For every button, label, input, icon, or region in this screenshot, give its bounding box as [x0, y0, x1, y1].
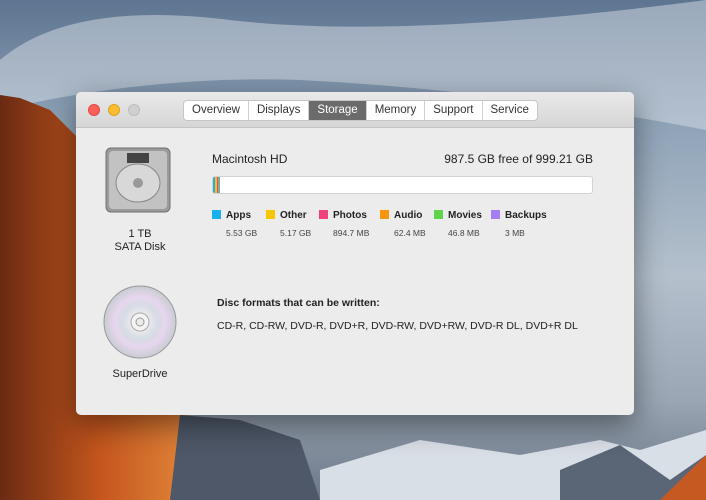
legend-label: Photos	[333, 210, 367, 221]
legend-item-backups: Backups 3 MB	[491, 205, 551, 238]
legend-item-audio: Audio 62.4 MB	[380, 205, 434, 238]
storage-usage-bar	[212, 176, 593, 194]
legend-value: 894.7 MB	[333, 228, 370, 238]
legend-swatch	[380, 210, 389, 219]
disc-formats-heading: Disc formats that can be written:	[217, 297, 380, 309]
disk-size: 1 TB	[128, 228, 152, 240]
usage-segment-backups	[218, 177, 220, 193]
legend-label: Movies	[448, 210, 482, 221]
legend-swatch	[319, 210, 328, 219]
optical-disc-icon	[103, 285, 177, 359]
title-bar: Overview Displays Storage Memory Support…	[76, 92, 634, 128]
legend-swatch	[491, 210, 500, 219]
legend-swatch	[266, 210, 275, 219]
disk-free-space: 987.5 GB free of 999.21 GB	[444, 152, 593, 166]
tab-displays[interactable]: Displays	[249, 101, 310, 120]
disk-type: SATA Disk	[114, 241, 166, 253]
tab-bar: Overview Displays Storage Memory Support…	[183, 100, 538, 121]
legend-swatch	[212, 210, 221, 219]
hard-disk-icon	[105, 147, 171, 213]
legend-value: 62.4 MB	[394, 228, 426, 238]
minimize-button[interactable]	[108, 104, 120, 116]
legend-label: Apps	[226, 210, 251, 221]
tab-support[interactable]: Support	[425, 101, 483, 120]
tab-overview[interactable]: Overview	[184, 101, 249, 120]
legend-value: 46.8 MB	[448, 228, 480, 238]
legend-label: Audio	[394, 210, 423, 221]
about-this-mac-window: Overview Displays Storage Memory Support…	[76, 92, 634, 415]
legend-value: 3 MB	[505, 228, 525, 238]
legend-label: Other	[280, 210, 307, 221]
legend-value: 5.53 GB	[226, 228, 258, 238]
legend-item-other: Other 5.17 GB	[266, 205, 319, 238]
legend-item-movies: Movies 46.8 MB	[434, 205, 491, 238]
disk-name: Macintosh HD	[212, 152, 288, 166]
disc-formats-list: CD-R, CD-RW, DVD-R, DVD+R, DVD-RW, DVD+R…	[217, 320, 578, 332]
storage-legend: Apps 5.53 GB Other 5.17 GB Photos 894.7 MB Aud…	[212, 205, 551, 238]
legend-item-photos: Photos 894.7 MB	[319, 205, 380, 238]
zoom-button[interactable]	[128, 104, 140, 116]
close-button[interactable]	[88, 104, 100, 116]
tab-storage[interactable]: Storage	[309, 101, 367, 120]
legend-label: Backups	[505, 210, 547, 221]
tab-service[interactable]: Service	[483, 101, 537, 120]
superdrive-label: SuperDrive	[112, 368, 168, 380]
legend-value: 5.17 GB	[280, 228, 312, 238]
legend-swatch	[434, 210, 443, 219]
tab-memory[interactable]: Memory	[367, 101, 426, 120]
legend-item-apps: Apps 5.53 GB	[212, 205, 266, 238]
